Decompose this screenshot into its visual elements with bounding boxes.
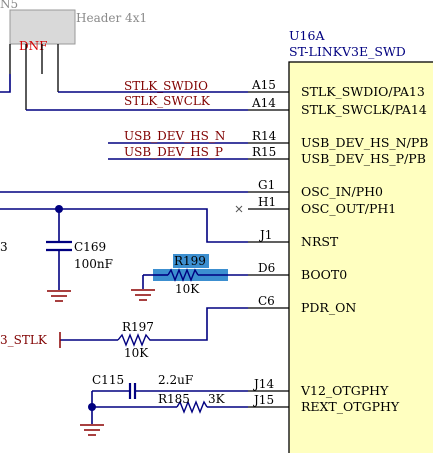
- pin-name: REXT_OTGPHY: [301, 399, 400, 414]
- comp-value-r199: 10K: [175, 282, 200, 296]
- pin-number: G1: [258, 178, 275, 192]
- resistor-r197[interactable]: [117, 333, 160, 347]
- schematic-canvas: N5 Header 4x1 DNF U16A ST-LINKV3E_SWD A1…: [0, 0, 433, 453]
- wire-nrst[interactable]: [0, 208, 248, 243]
- ground-symbol: [80, 424, 104, 436]
- pin-name: USB_DEV_HS_N/PB: [301, 135, 428, 150]
- comp-value-r185: 3K: [208, 392, 226, 406]
- header-label: Header 4x1: [76, 11, 147, 25]
- pin-number: J15: [252, 393, 274, 407]
- ground-symbol: [47, 290, 71, 302]
- pin-name: BOOT0: [301, 267, 347, 282]
- pin-name: OSC_OUT/PH1: [301, 201, 396, 216]
- capacitor-c169[interactable]: [46, 240, 72, 252]
- pin-number: A14: [251, 96, 276, 110]
- comp-ref-c115: C115: [92, 373, 124, 387]
- pin-number: C6: [258, 294, 275, 308]
- dnf-label: DNF: [19, 39, 47, 53]
- net-label-usb-n[interactable]: USB_DEV_HS_N: [124, 129, 225, 143]
- net-label-left-partial: 3: [0, 240, 8, 254]
- net-label-usb-p[interactable]: USB_DEV_HS_P: [124, 145, 223, 159]
- pin-name: STLK_SWCLK/PA14: [301, 102, 427, 117]
- pin-number: A15: [251, 78, 276, 92]
- pin-number: R14: [252, 129, 277, 143]
- pin-number: R15: [252, 145, 276, 159]
- comp-ref-r197: R197: [122, 320, 154, 334]
- net-label-swclk[interactable]: STLK_SWCLK: [124, 94, 211, 108]
- pin-name: PDR_ON: [301, 300, 356, 315]
- comp-value-c115: 2.2uF: [158, 373, 193, 387]
- pin-name: V12_OTGPHY: [300, 383, 389, 398]
- comp-value-c169: 100nF: [74, 257, 113, 271]
- comp-ref-r199: R199: [174, 254, 206, 268]
- pin-name: STLK_SWDIO/PA13: [301, 84, 425, 99]
- pin-number: D6: [258, 261, 275, 275]
- no-connect-marker: [235, 205, 243, 213]
- capacitor-c115[interactable]: [128, 383, 137, 399]
- net-label-stlk-partial[interactable]: 3_STLK: [0, 333, 48, 347]
- pin-number: J14: [252, 377, 274, 391]
- comp-ref-c169: C169: [74, 240, 106, 254]
- ground-symbol: [131, 289, 155, 301]
- wire-pdr-on[interactable]: [160, 307, 248, 341]
- comp-value-r197: 10K: [124, 346, 149, 360]
- pin-name: OSC_IN/PH0: [301, 184, 383, 199]
- junction-dot: [88, 403, 96, 411]
- header-ref: N5: [0, 0, 18, 11]
- ic-part: ST-LINKV3E_SWD: [289, 44, 406, 59]
- pin-number: H1: [258, 195, 276, 209]
- comp-ref-r185: R185: [158, 392, 190, 406]
- pin-number: J1: [258, 228, 272, 242]
- ic-ref: U16A: [289, 28, 325, 43]
- pin-name: USB_DEV_HS_P/PB: [301, 151, 426, 166]
- pin-name: NRST: [301, 234, 339, 249]
- wire-pin1-stub[interactable]: [0, 74, 11, 93]
- net-label-swdio[interactable]: STLK_SWDIO: [124, 79, 208, 93]
